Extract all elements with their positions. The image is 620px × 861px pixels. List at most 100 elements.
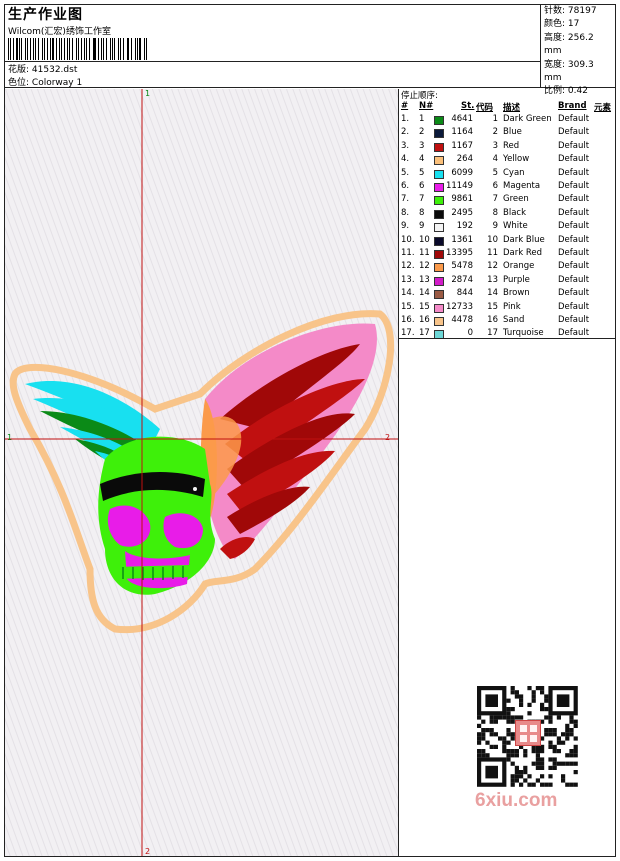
row-brand: Default — [558, 194, 590, 205]
qr-module — [523, 770, 528, 775]
colorway-value: Colorway 1 — [31, 78, 83, 88]
row-brand: Default — [558, 181, 590, 191]
qr-module — [569, 719, 574, 724]
barcode-bar — [34, 38, 37, 60]
stat-stitches: 针数: 78197 — [544, 5, 613, 18]
design-file-value: 41532.dst — [31, 65, 78, 75]
colorway-row: 色位: Colorway 1 — [8, 75, 82, 88]
qr-module — [489, 719, 494, 724]
qr-module — [569, 728, 574, 733]
row-needle: 17 — [419, 328, 430, 339]
qr-module — [485, 753, 490, 758]
barcode-bar — [50, 38, 52, 60]
qr-module — [514, 774, 519, 779]
row-stitches: 4641 — [451, 114, 473, 124]
row-code: 16 — [487, 315, 498, 325]
qr-module — [506, 698, 511, 703]
stat-height: 高度: 256.2 mm — [544, 32, 613, 59]
qr-module — [544, 694, 549, 699]
color-swatch — [434, 317, 444, 326]
row-code: 17 — [487, 328, 498, 339]
qr-module — [493, 715, 498, 720]
col-desc: 描述 — [503, 103, 521, 113]
qr-module — [514, 694, 519, 699]
stat-label: 高度: — [544, 32, 566, 43]
barcode-bar — [46, 38, 48, 60]
qr-module — [493, 732, 498, 737]
row-brand: Default — [558, 140, 590, 151]
stats-box: 针数: 78197 颜色: 17 高度: 256.2 mm 宽度: 309.3 … — [540, 4, 616, 96]
qr-module — [548, 782, 553, 787]
barcode-bar — [60, 38, 62, 60]
row-brand: Default — [558, 315, 590, 325]
row-stitches: 2874 — [451, 274, 473, 285]
page-title: 生产作业图 — [8, 7, 83, 23]
row-num: 6. — [401, 181, 410, 191]
color-row: 3. 3 1167 3 Red Default — [399, 141, 615, 154]
col-brand: Brand — [558, 101, 587, 111]
barcode-bar — [122, 38, 124, 60]
qr-module — [556, 749, 561, 754]
row-needle: 1 — [419, 114, 425, 124]
barcode-bar — [101, 38, 102, 60]
row-desc: Dark Green — [503, 114, 552, 124]
qr-module — [510, 749, 515, 754]
qr-module — [485, 765, 498, 779]
qr-module — [552, 749, 557, 754]
qr-module — [565, 728, 570, 733]
qr-module — [540, 765, 545, 770]
qr-module — [548, 740, 553, 745]
color-swatch — [434, 129, 444, 139]
qr-module — [569, 749, 574, 754]
color-swatch — [434, 263, 444, 273]
row-needle: 9 — [419, 221, 425, 232]
qr-module — [531, 690, 536, 695]
color-row: 14. 14 844 14 Brown Default — [399, 288, 615, 301]
color-swatch — [434, 209, 444, 219]
qr-module — [519, 770, 524, 775]
color-row: 11. 11 13395 11 Dark Red Default — [399, 248, 615, 261]
qr-module — [527, 686, 532, 691]
row-desc: Yellow — [503, 154, 530, 165]
embroidery-design — [5, 89, 398, 856]
qr-module — [489, 744, 494, 749]
qr-module — [569, 761, 574, 766]
row-stitches: 6099 — [451, 167, 473, 178]
table-bottom-line — [399, 338, 615, 339]
stat-value: 17 — [567, 19, 580, 30]
qr-module — [535, 761, 540, 766]
qr-module — [502, 736, 507, 741]
color-row: 2. 2 1164 2 Blue Default — [399, 127, 615, 140]
qr-module — [481, 753, 486, 758]
qr-module — [477, 732, 482, 737]
qr-module — [573, 770, 578, 775]
row-brand: Default — [558, 127, 590, 138]
barcode-bar — [21, 38, 23, 60]
row-desc: Black — [503, 207, 526, 218]
qr-module — [544, 707, 549, 712]
qr-module — [540, 702, 545, 707]
row-code: 10 — [487, 234, 498, 245]
row-desc: Dark Red — [503, 248, 543, 258]
barcode-bar — [92, 38, 94, 60]
row-code: 6 — [492, 181, 498, 191]
qr-module — [544, 728, 549, 733]
barcode-bar — [55, 38, 57, 60]
barcode-bar — [10, 38, 11, 60]
qr-module — [514, 715, 519, 720]
row-needle: 16 — [419, 315, 430, 325]
qr-module — [561, 774, 566, 779]
qr-module — [510, 782, 515, 787]
barcode-bar — [130, 38, 132, 60]
qr-module — [565, 761, 570, 766]
qr-module — [481, 732, 486, 737]
qr-module — [531, 698, 536, 703]
qr-module — [548, 719, 553, 724]
color-row: 6. 6 11149 6 Magenta Default — [399, 181, 615, 194]
qr-module — [548, 774, 553, 779]
stat-label: 宽度: — [544, 59, 566, 70]
row-code: 15 — [487, 301, 498, 312]
row-desc: Dark Blue — [503, 234, 545, 245]
barcode-bar — [139, 38, 142, 60]
barcode-bar — [136, 38, 138, 60]
